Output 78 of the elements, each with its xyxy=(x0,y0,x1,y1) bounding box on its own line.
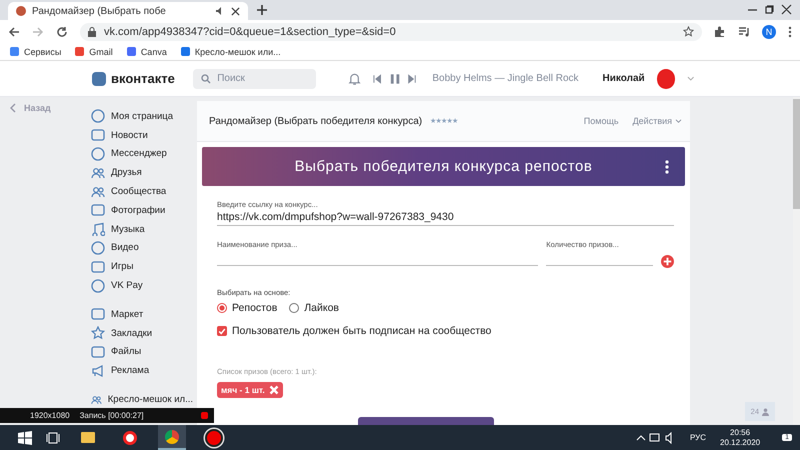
menu-item[interactable]: Сообщества xyxy=(111,186,166,198)
menu-item-icon xyxy=(91,307,105,322)
menu-item-icon xyxy=(91,222,105,236)
add-icon[interactable] xyxy=(661,255,674,268)
menu-item-icon xyxy=(91,109,105,124)
menu-item[interactable]: VK Pay xyxy=(111,280,143,292)
new-tab-icon[interactable] xyxy=(256,4,268,16)
tab-favicon-icon xyxy=(16,6,26,16)
search-icon xyxy=(201,74,212,84)
menu-item-icon xyxy=(91,128,105,142)
bookmark-link[interactable]: Gmail xyxy=(89,46,113,56)
bookmark-star-icon[interactable] xyxy=(683,26,694,37)
menu-item[interactable]: Видео xyxy=(111,242,139,254)
app-title: Рандомайзер (Выбрать победителя конкурса) xyxy=(209,116,422,126)
menu-item-icon xyxy=(91,278,105,293)
menu-item-icon xyxy=(91,166,105,180)
menu-item-icon xyxy=(91,260,105,274)
checkmark-icon xyxy=(218,326,226,336)
lock-icon xyxy=(88,26,96,36)
user-avatar[interactable] xyxy=(656,68,676,88)
recorder-resolution: 1920x1080 xyxy=(30,411,70,420)
reload-icon[interactable] xyxy=(56,26,68,38)
menu-item-icon xyxy=(91,146,105,161)
user-name[interactable]: Николай xyxy=(602,73,645,84)
menu-item-icon xyxy=(91,344,105,359)
menu-item-icon xyxy=(91,184,105,199)
task-view-icon[interactable] xyxy=(46,432,60,444)
subscribe-checkbox[interactable]: Пользователь должен быть подписан на сообщество xyxy=(217,325,674,337)
menu-item[interactable]: Кресло-мешок ил... xyxy=(108,394,193,406)
chrome-app-icon[interactable] xyxy=(158,425,186,450)
menu-item-icon xyxy=(91,364,105,378)
record-icon[interactable] xyxy=(201,412,208,419)
close-icon[interactable] xyxy=(231,6,240,16)
language-indicator[interactable]: РУС xyxy=(690,433,706,442)
prize-tag[interactable]: мяч - 1 шт. xyxy=(217,382,283,398)
menu-item[interactable]: Файлы xyxy=(111,346,142,358)
caret-icon xyxy=(675,118,682,124)
banner-title: Выбрать победителя конкурса репостов xyxy=(294,158,592,175)
menu-item[interactable]: Новости xyxy=(111,130,148,141)
clock[interactable]: 20:56 20.12.2020 xyxy=(720,428,760,448)
menu-item[interactable]: Музыка xyxy=(111,224,145,235)
menu-item-icon xyxy=(91,240,105,255)
menu-item[interactable]: Реклама xyxy=(111,365,150,376)
radio-option[interactable]: Репостов xyxy=(217,302,278,314)
person-icon xyxy=(762,408,769,416)
bookmark-icon xyxy=(10,47,19,56)
vk-logo-icon[interactable] xyxy=(92,72,106,86)
media-queue-icon[interactable] xyxy=(738,26,750,38)
menu-item-icon xyxy=(91,203,105,218)
scrollbar[interactable] xyxy=(793,97,800,425)
bell-icon[interactable] xyxy=(348,72,362,86)
more-icon[interactable] xyxy=(665,160,669,174)
bookmark-link[interactable]: Кресло-мешок или... xyxy=(194,46,281,56)
profile-avatar[interactable]: N xyxy=(762,24,776,38)
address-bar[interactable]: vk.com/app4938347?cid=0&queue=1&section_type=&sid=0 xyxy=(80,22,702,40)
menu-item[interactable]: Моя страница xyxy=(111,110,174,122)
windows-logo-icon[interactable] xyxy=(18,430,32,444)
bookmark-link[interactable]: Сервисы xyxy=(24,46,62,56)
menu-item[interactable]: Закладки xyxy=(111,328,152,339)
menu-item[interactable]: Друзья xyxy=(111,167,142,178)
menu-item-icon xyxy=(91,326,105,340)
menu-item[interactable]: Маркет xyxy=(111,308,144,320)
back-arrow-icon[interactable] xyxy=(8,26,20,38)
menu-item[interactable]: Мессенджер xyxy=(111,148,167,160)
remove-icon[interactable] xyxy=(268,385,279,395)
logo-text[interactable]: вконтакте xyxy=(111,71,175,86)
bookmark-icon xyxy=(126,47,136,56)
chevron-left-icon xyxy=(10,103,16,113)
menu-item[interactable]: Игры xyxy=(111,261,134,272)
bookmark-icon xyxy=(75,47,84,56)
recorder-status: Запись [00:00:27] xyxy=(80,411,144,420)
bookmark-icon xyxy=(180,47,190,56)
bookmark-link[interactable]: Canva xyxy=(140,46,167,56)
more-icon[interactable] xyxy=(788,26,792,38)
menu-item[interactable]: Фотографии xyxy=(111,204,166,216)
puzzle-icon[interactable] xyxy=(714,26,726,38)
radio-option[interactable]: Лайков xyxy=(289,302,340,314)
window-controls-drawing[interactable] xyxy=(746,4,792,16)
